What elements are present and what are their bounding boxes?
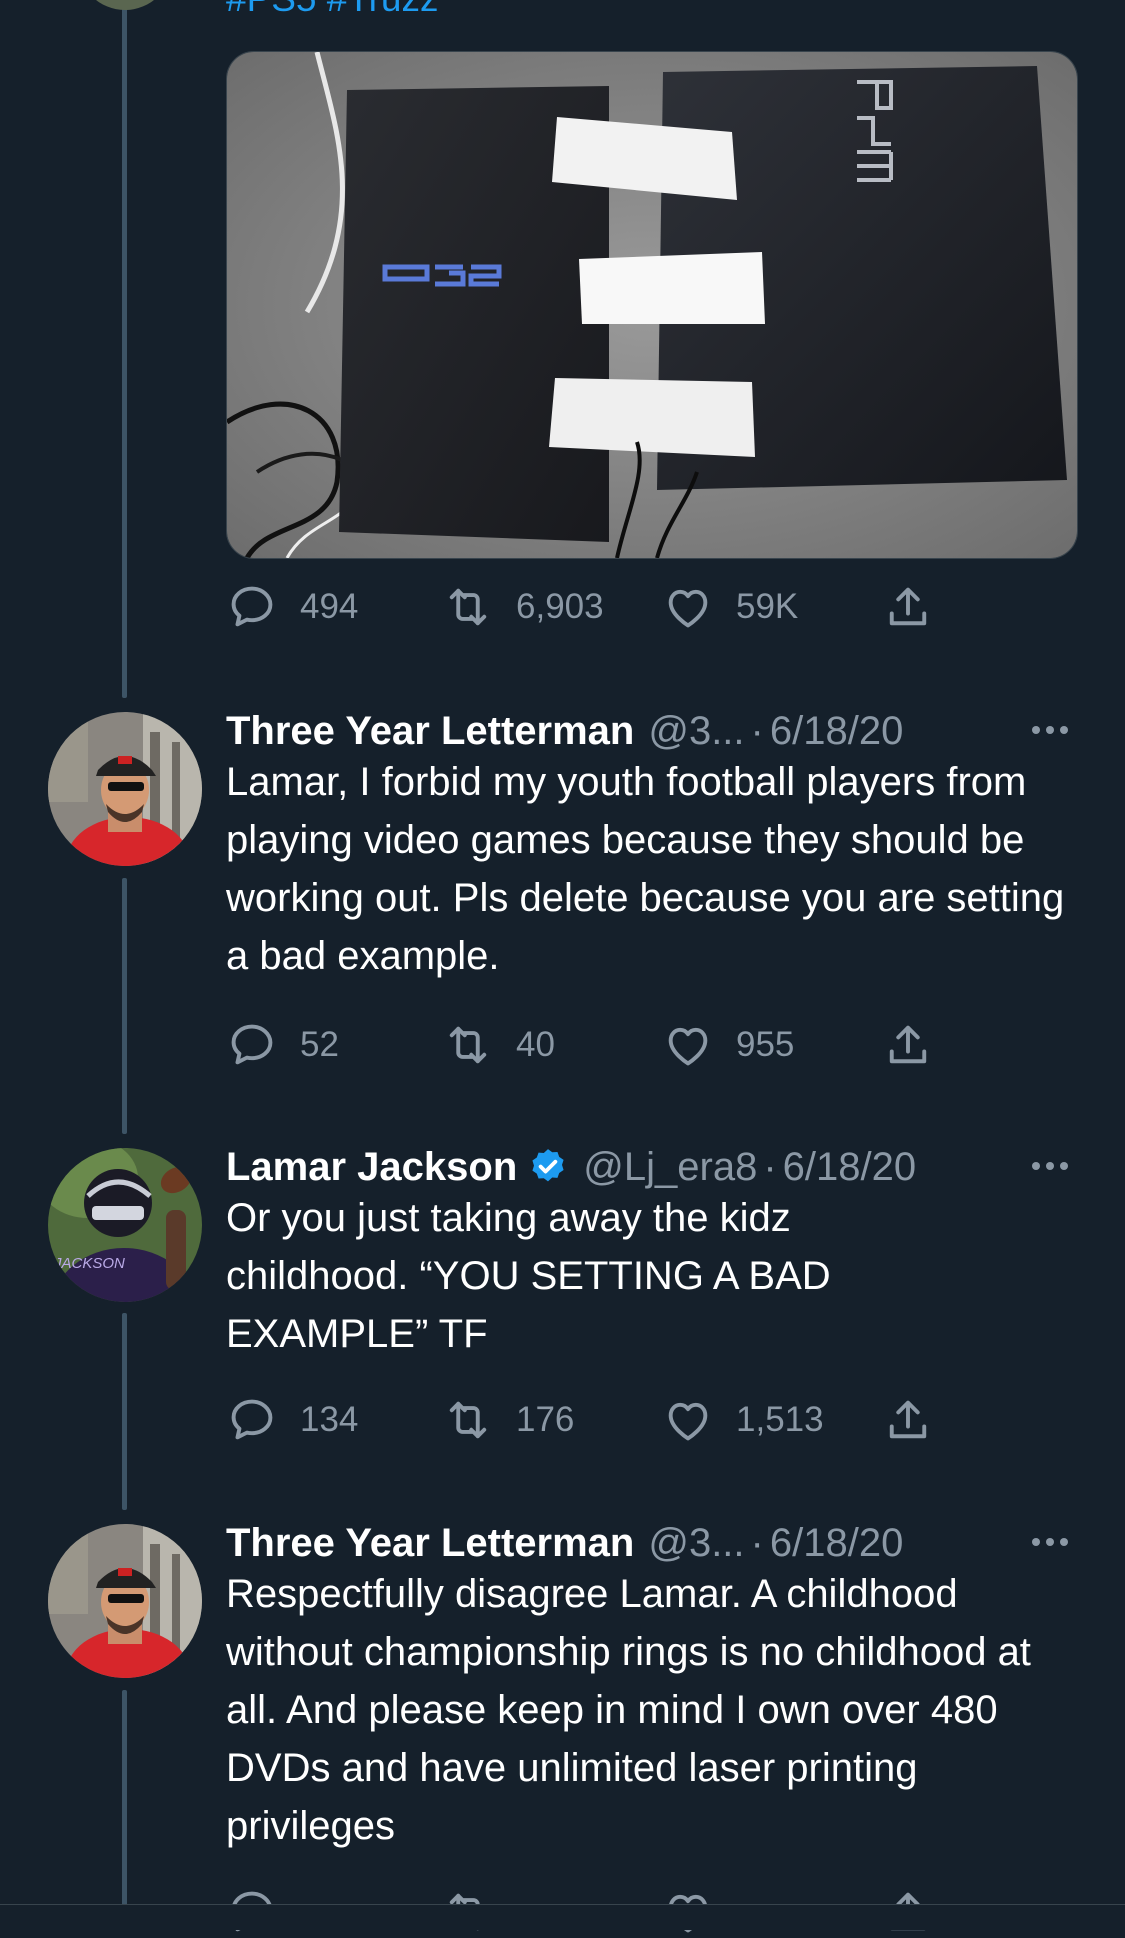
share-button[interactable]	[882, 582, 956, 632]
separator-dot: ·	[750, 1520, 764, 1565]
heart-icon	[668, 1027, 708, 1066]
retweet-count: 40	[516, 1025, 555, 1064]
retweet-count: 176	[516, 1400, 575, 1439]
retweet-button[interactable]: 6,903	[442, 582, 604, 632]
user-handle[interactable]: @3...	[648, 1521, 744, 1566]
like-count: 955	[736, 1025, 795, 1064]
top-post-actions: 494 6,903 59K	[226, 582, 966, 632]
like-button[interactable]: 59K	[662, 582, 798, 632]
avatar-coach-image	[48, 712, 202, 866]
retweet-icon	[449, 1401, 487, 1439]
retweet-button[interactable]: 40	[442, 1020, 555, 1070]
separator-dot: ·	[763, 1144, 777, 1189]
avatar-partial[interactable]	[78, 0, 172, 10]
reply-icon	[231, 1024, 273, 1065]
display-name[interactable]: Three Year Letterman	[226, 709, 634, 754]
separator-dot: ·	[750, 708, 764, 753]
tweet-actions: 134 176 1,513	[226, 1395, 966, 1445]
tweet-media-image[interactable]	[226, 51, 1078, 559]
more-options-icon[interactable]	[1027, 1517, 1073, 1567]
tweet-actions: 52 40 955	[226, 1020, 966, 1070]
tweet-header: Lamar Jackson @Lj_era8 · 6/18/20	[226, 1139, 1073, 1195]
tweet-text: Or you just taking away the kidz childho…	[226, 1196, 831, 1356]
user-handle[interactable]: @3...	[648, 709, 744, 754]
thread-line	[122, 878, 127, 1134]
more-options-icon[interactable]	[1027, 1141, 1073, 1191]
hashtags-link[interactable]: #PS5 #Truzz	[226, 0, 439, 20]
retweet-count: 6,903	[516, 587, 604, 626]
tweet-date[interactable]: 6/18/20	[770, 709, 903, 754]
share-button[interactable]	[882, 1020, 956, 1070]
reply-icon	[231, 1399, 273, 1440]
avatar-lamar-jackson-image: JACKSON	[48, 1148, 202, 1302]
thread-line	[122, 0, 127, 698]
reply-button[interactable]: 494	[226, 582, 358, 632]
thread-line	[122, 1313, 127, 1510]
display-name[interactable]: Lamar Jackson	[226, 1145, 517, 1190]
share-button[interactable]	[882, 1395, 956, 1445]
bottom-bar	[0, 1904, 1125, 1930]
reply-count: 134	[300, 1400, 359, 1439]
avatar-coach-image	[48, 1524, 202, 1678]
display-name[interactable]: Three Year Letterman	[226, 1521, 634, 1566]
avatar[interactable]: JACKSON	[48, 1148, 202, 1302]
avatar[interactable]	[48, 1524, 202, 1678]
tweet-text: Lamar, I forbid my youth football player…	[226, 760, 1065, 978]
tweet-text: Respectfully disagree Lamar. A childhood…	[226, 1572, 1031, 1848]
heart-icon	[668, 589, 708, 628]
heart-icon	[668, 1402, 708, 1441]
tweet-header: Three Year Letterman @3... · 6/18/20	[226, 703, 1073, 759]
avatar[interactable]	[48, 712, 202, 866]
share-icon	[889, 1400, 927, 1439]
more-options-icon[interactable]	[1027, 705, 1073, 755]
reply-count: 52	[300, 1025, 339, 1064]
reply-count: 494	[300, 587, 359, 626]
like-count: 59K	[736, 587, 799, 626]
share-icon	[889, 1025, 927, 1064]
share-icon	[889, 587, 927, 626]
retweet-icon	[449, 588, 487, 626]
tweet-header: Three Year Letterman @3... · 6/18/20	[226, 1515, 1073, 1571]
thread-line	[122, 1690, 127, 1929]
reply-button[interactable]: 134	[226, 1395, 358, 1445]
retweet-button[interactable]: 176	[442, 1395, 574, 1445]
tweet-date[interactable]: 6/18/20	[783, 1145, 916, 1190]
retweet-icon	[449, 1026, 487, 1064]
verified-badge-icon	[532, 1149, 564, 1182]
ps2-ps3-taped-photo	[227, 52, 1077, 558]
like-count: 1,513	[736, 1400, 824, 1439]
like-button[interactable]: 955	[662, 1020, 794, 1070]
jersey-text: JACKSON	[53, 1255, 125, 1272]
user-handle[interactable]: @Lj_era8	[583, 1145, 757, 1190]
reply-button[interactable]: 52	[226, 1020, 339, 1070]
tweet-date[interactable]: 6/18/20	[770, 1521, 903, 1566]
like-button[interactable]: 1,513	[662, 1395, 824, 1445]
reply-icon	[231, 586, 273, 627]
